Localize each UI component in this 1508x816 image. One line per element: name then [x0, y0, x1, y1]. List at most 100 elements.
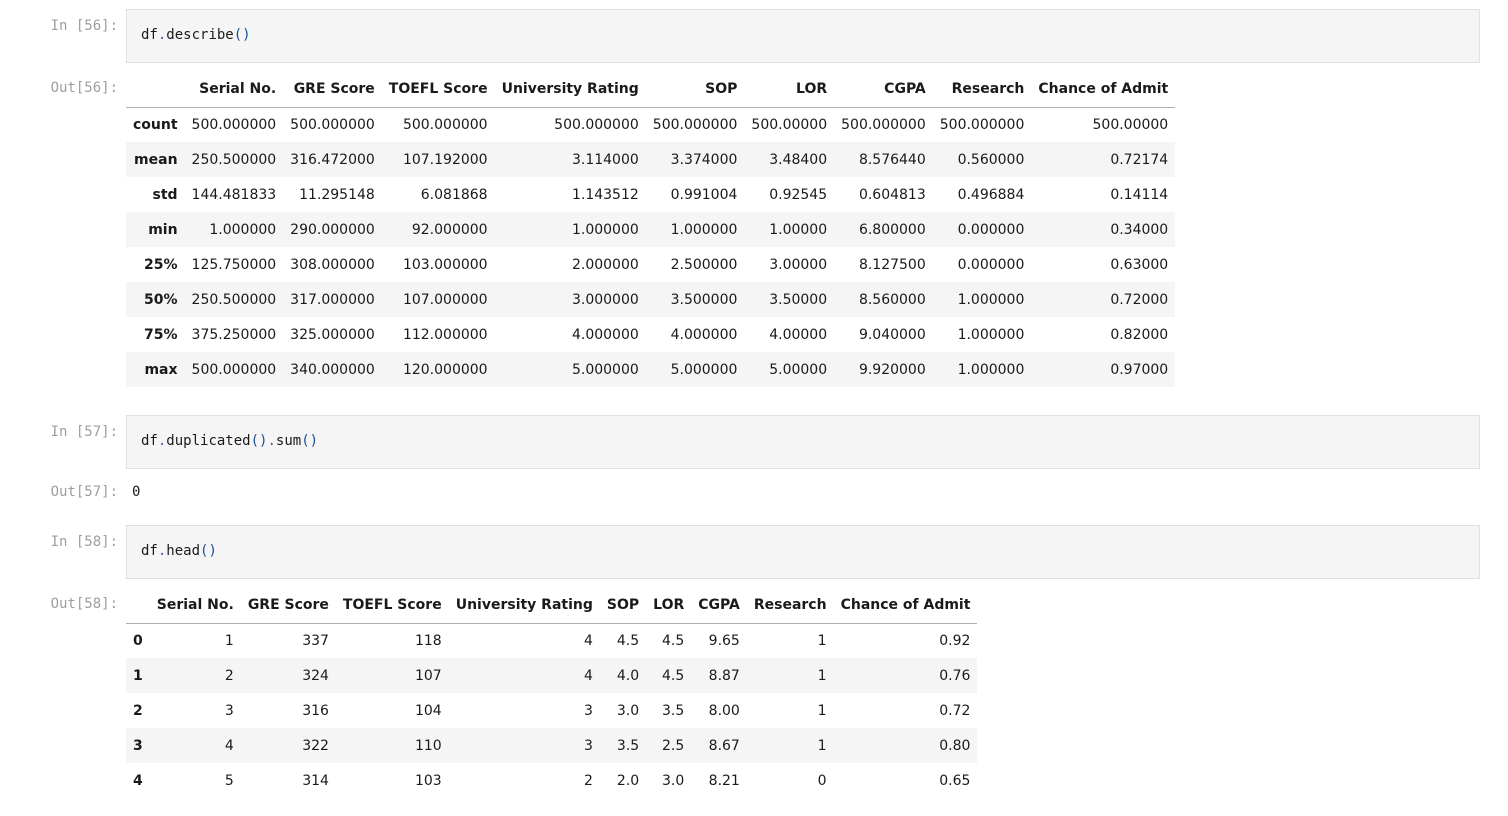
column-header: University Rating	[448, 588, 600, 624]
table-cell: 3.000000	[571, 291, 639, 308]
column-header: CGPA	[691, 588, 747, 624]
table-cell: 112.000000	[402, 326, 488, 343]
table-cell: 5.000000	[571, 361, 639, 378]
output-prompt: Out[56]:	[50, 80, 118, 96]
row-index: 75%	[144, 326, 178, 343]
table-cell: 6.800000	[858, 221, 926, 238]
table-cell: 3.500000	[670, 291, 738, 308]
column-header: CGPA	[834, 72, 933, 108]
row-index: 3	[133, 737, 143, 754]
table-cell: 1.000000	[957, 361, 1025, 378]
table-cell: 2.000000	[571, 256, 639, 273]
table-cell: 9.65	[708, 632, 740, 649]
table-cell: 8.560000	[858, 291, 926, 308]
table-cell: 103	[414, 772, 442, 789]
table-row: 50% 250.500000 317.000000 107.000000 3.00000…	[126, 282, 1176, 317]
table-cell: 500.000000	[652, 116, 738, 133]
column-header: SOP	[645, 72, 745, 108]
column-header: TOEFL Score	[381, 72, 495, 108]
table-row: count 500.000000 500.000000 500.000000 500.0…	[126, 107, 1176, 142]
describe-output: Serial No. GRE Score TOEFL Score University…	[126, 72, 1176, 387]
table-cell: 0.76	[939, 667, 971, 684]
table-cell: 4	[583, 632, 593, 649]
table-cell: 0.34000	[1110, 221, 1169, 238]
row-index: count	[133, 116, 178, 133]
table-cell: 0.97000	[1110, 361, 1169, 378]
table-cell: 4.5	[616, 632, 640, 649]
table-cell: 0.82000	[1110, 326, 1169, 343]
table-cell: 2	[583, 772, 593, 789]
input-prompt: In [57]:	[50, 424, 118, 440]
code-input-area[interactable]: df.head()	[126, 525, 1480, 579]
header-row: Serial No. GRE Score TOEFL Score University…	[126, 72, 1176, 108]
table-cell: 92.000000	[411, 221, 488, 238]
table-cell: 0.72174	[1110, 151, 1169, 168]
table-cell: 290.000000	[290, 221, 375, 238]
column-header: Serial No.	[149, 588, 241, 624]
table-cell: 3.5	[616, 737, 640, 754]
code-token: duplicated	[166, 433, 251, 449]
table-cell: 1.000000	[571, 221, 639, 238]
table-cell: 107.000000	[402, 291, 488, 308]
table-cell: 8.21	[708, 772, 740, 789]
table-cell: 500.000000	[191, 116, 277, 133]
table-cell: 3	[224, 702, 234, 719]
table-row: 4 5 314 103 2 2.0 3.0 8.21 0 0.65	[126, 763, 978, 798]
table-cell: 314	[302, 772, 329, 789]
table-cell: 1.000000	[957, 326, 1025, 343]
code-text[interactable]: df.describe()	[141, 27, 251, 43]
output-prompt: Out[58]:	[50, 596, 118, 612]
table-cell: 0	[817, 772, 827, 789]
table-cell: 4.00000	[769, 326, 828, 343]
table-cell: 324	[302, 667, 329, 684]
table-cell: 1	[817, 632, 827, 649]
table-cell: 0.000000	[957, 221, 1025, 238]
table-cell: 3	[583, 702, 593, 719]
table-row: 75% 375.250000 325.000000 112.000000 4.00000…	[126, 317, 1176, 352]
table-cell: 2.5	[662, 737, 685, 754]
table-cell: 316.472000	[290, 151, 375, 168]
table-cell: 0.80	[939, 737, 971, 754]
table-cell: 3.00000	[769, 256, 828, 273]
row-index: 1	[133, 667, 143, 684]
head-dataframe-table: Serial No. GRE Score TOEFL Score University…	[126, 588, 978, 798]
table-cell: 325.000000	[290, 326, 375, 343]
table-cell: 250.500000	[191, 291, 277, 308]
table-cell: 0.14114	[1110, 186, 1169, 203]
table-cell: 3.374000	[670, 151, 738, 168]
table-cell: 1	[817, 737, 827, 754]
table-cell: 0.92	[939, 632, 971, 649]
table-cell: 322	[302, 737, 329, 754]
code-text[interactable]: df.duplicated().sum()	[141, 433, 318, 449]
table-cell: 8.00	[708, 702, 740, 719]
table-cell: 0.991004	[670, 186, 738, 203]
index-header	[126, 72, 185, 108]
table-cell: 0.63000	[1110, 256, 1169, 273]
table-cell: 1.000000	[957, 291, 1025, 308]
table-cell: 317.000000	[290, 291, 375, 308]
code-token: ()	[200, 543, 217, 559]
table-row: max 500.000000 340.000000 120.000000 5.00000…	[126, 352, 1176, 387]
table-cell: 337	[302, 632, 329, 649]
code-input-area[interactable]: df.describe()	[126, 9, 1480, 63]
table-cell: 8.127500	[858, 256, 926, 273]
code-text[interactable]: df.head()	[141, 543, 217, 559]
table-cell: 3.50000	[769, 291, 828, 308]
head-output: Serial No. GRE Score TOEFL Score University…	[126, 588, 978, 798]
code-input-area[interactable]: df.duplicated().sum()	[126, 415, 1480, 469]
input-prompt: In [58]:	[50, 534, 118, 550]
table-cell: 4	[583, 667, 593, 684]
table-cell: 8.576440	[858, 151, 926, 168]
code-token: describe	[166, 27, 234, 43]
table-cell: 9.040000	[858, 326, 926, 343]
index-header	[126, 588, 150, 624]
table-cell: 375.250000	[191, 326, 277, 343]
table-cell: 0.000000	[957, 256, 1025, 273]
row-index: max	[144, 361, 178, 378]
table-header: Serial No. GRE Score TOEFL Score University…	[126, 588, 978, 624]
table-cell: 4.000000	[670, 326, 738, 343]
column-header: University Rating	[494, 72, 646, 108]
table-row: 2 3 316 104 3 3.0 3.5 8.00 1 0.72	[126, 693, 978, 728]
table-cell: 500.000000	[191, 361, 277, 378]
row-index: 0	[133, 632, 143, 649]
